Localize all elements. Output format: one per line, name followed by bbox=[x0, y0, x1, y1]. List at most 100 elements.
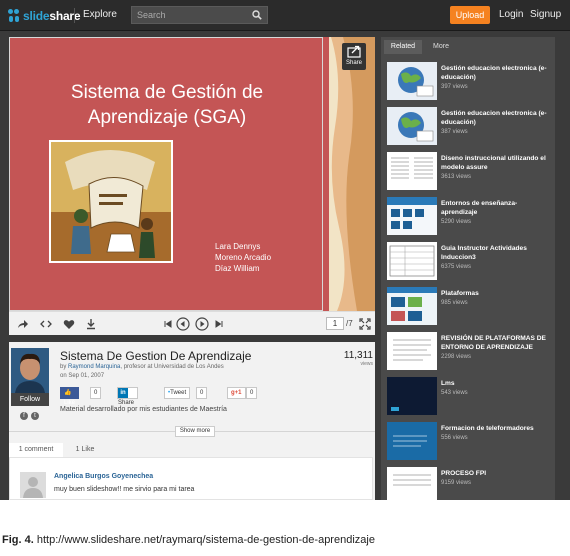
author-social-links: f t bbox=[20, 412, 39, 420]
author-line: by Raymond Marquina, profesor at Univers… bbox=[60, 364, 224, 370]
related-thumbnail bbox=[387, 422, 437, 460]
google-plus-button[interactable]: g+1 bbox=[227, 387, 246, 399]
page-number-input[interactable]: 1 bbox=[326, 317, 344, 330]
logo-wordmark: slideshare bbox=[23, 9, 81, 23]
figure-caption: Fig. 4. http://www.slideshare.net/raymar… bbox=[2, 534, 375, 546]
commenter-avatar-icon[interactable] bbox=[20, 472, 46, 498]
first-slide-icon[interactable] bbox=[162, 318, 174, 330]
related-thumbnail bbox=[387, 377, 437, 415]
related-item[interactable]: Gestión educacion electronica (e-educaci… bbox=[381, 104, 555, 149]
previous-slide-icon[interactable] bbox=[176, 317, 190, 331]
related-item[interactable]: REVISIÓN DE PLATAFORMAS DE ENTORNO DE AP… bbox=[381, 329, 555, 374]
related-views: 985 views bbox=[441, 300, 468, 306]
share-arrow-icon[interactable] bbox=[17, 318, 29, 330]
related-thumbnail bbox=[387, 242, 437, 280]
slide-title: Sistema de Gestión de Aprendizaje (SGA) bbox=[70, 82, 264, 128]
related-thumbnail bbox=[387, 467, 437, 500]
related-item[interactable]: Formacion de teleformadores 556 views bbox=[381, 419, 555, 464]
tab-related[interactable]: Related bbox=[384, 40, 422, 54]
related-thumbnail bbox=[387, 107, 437, 145]
search-input[interactable] bbox=[132, 7, 250, 23]
next-slide-icon[interactable] bbox=[195, 317, 209, 331]
figure-label: Fig. 4. bbox=[2, 534, 34, 546]
comment-item: Angelica Burgos Goyenechea muy buen slid… bbox=[9, 457, 373, 500]
upload-button[interactable]: Upload bbox=[450, 6, 490, 24]
last-slide-icon[interactable] bbox=[213, 318, 225, 330]
related-title: Diseno instruccional utilizando el model… bbox=[441, 155, 546, 171]
nav-divider bbox=[74, 8, 75, 23]
google-plus-count: 0 bbox=[246, 387, 258, 399]
related-views: 397 views bbox=[441, 84, 468, 90]
fullscreen-icon[interactable] bbox=[359, 318, 371, 330]
slide-viewer: Sistema de Gestión de Aprendizaje (SGA) bbox=[9, 37, 375, 335]
related-thumbnail bbox=[387, 152, 437, 190]
explore-link[interactable]: Explore bbox=[83, 9, 117, 20]
related-title: Gestión educacion electronica (e-educaci… bbox=[441, 65, 547, 81]
like-heart-icon[interactable] bbox=[63, 318, 75, 330]
publish-date: on Sep 01, 2007 bbox=[60, 373, 105, 379]
slideshare-page: slideshare Explore Upload Login Signup S… bbox=[0, 0, 570, 500]
linkedin-icon: in bbox=[118, 388, 128, 398]
view-count: 11,311 bbox=[343, 350, 373, 361]
related-views: 9159 views bbox=[441, 480, 472, 486]
related-title: REVISIÓN DE PLATAFORMAS DE ENTORNO DE AP… bbox=[441, 335, 546, 351]
embed-icon[interactable] bbox=[40, 318, 52, 330]
commenter-name[interactable]: Angelica Burgos Goyenechea bbox=[54, 473, 153, 480]
next-slide-preview[interactable] bbox=[323, 37, 375, 311]
share-slide-button[interactable]: Share bbox=[342, 43, 366, 70]
related-item[interactable]: Lms 543 views bbox=[381, 374, 555, 419]
comments-tabs: 1 comment 1 Like bbox=[9, 443, 375, 457]
tab-more[interactable]: More bbox=[425, 40, 457, 54]
linkedin-share-button[interactable]: in Share bbox=[117, 387, 139, 406]
slide-illustration bbox=[49, 140, 173, 263]
twitter-icon[interactable]: t bbox=[31, 412, 39, 420]
tab-comments[interactable]: 1 comment bbox=[9, 443, 63, 457]
related-item[interactable]: Guia Instructor Actividades Induccion3 6… bbox=[381, 239, 555, 284]
related-thumbnail bbox=[387, 197, 437, 235]
follow-button[interactable]: Follow bbox=[11, 393, 49, 406]
facebook-like-count: 0 bbox=[90, 387, 102, 399]
related-title: Formacion de teleformadores bbox=[441, 425, 534, 432]
author-link[interactable]: Raymond Marquina bbox=[68, 364, 120, 370]
related-title: PROCESO FPI bbox=[441, 470, 487, 477]
tab-likes[interactable]: 1 Like bbox=[65, 443, 105, 457]
thumbs-up-icon: 👍 bbox=[64, 390, 72, 396]
slideshare-logo-icon bbox=[8, 9, 20, 23]
tweet-button[interactable]: •Tweet bbox=[164, 387, 191, 399]
search-icon[interactable] bbox=[252, 10, 262, 20]
related-views: 543 views bbox=[441, 390, 468, 396]
related-title: Entornos de enseñanza-aprendizaje bbox=[441, 200, 518, 216]
related-title: Lms bbox=[441, 380, 455, 387]
related-thumbnail bbox=[387, 62, 437, 100]
view-count-label: views bbox=[360, 361, 373, 367]
related-title: Gestión educacion electronica (e-educaci… bbox=[441, 110, 547, 126]
presentation-info-panel: Follow f t Sistema De Gestion De Aprendi… bbox=[9, 342, 375, 500]
comment-text: muy buen slideshow!! me sirvio para mi t… bbox=[54, 486, 195, 493]
figure-url: http://www.slideshare.net/raymarq/sistem… bbox=[36, 534, 375, 546]
current-slide[interactable]: Sistema de Gestión de Aprendizaje (SGA) bbox=[9, 37, 323, 311]
facebook-icon[interactable]: f bbox=[20, 412, 28, 420]
related-item[interactable]: Gestión educacion electronica (e-educaci… bbox=[381, 59, 555, 104]
related-item[interactable]: Entornos de enseñanza-aprendizaje 5290 v… bbox=[381, 194, 555, 239]
related-views: 387 views bbox=[441, 129, 468, 135]
presentation-title: Sistema De Gestion De Aprendizaje bbox=[60, 349, 252, 363]
related-views: 6375 views bbox=[441, 264, 472, 270]
signup-link[interactable]: Signup bbox=[530, 9, 561, 20]
share-icon bbox=[347, 45, 361, 58]
related-item[interactable]: Diseno instruccional utilizando el model… bbox=[381, 149, 555, 194]
related-title: Guia Instructor Actividades Induccion3 bbox=[441, 245, 527, 261]
related-views: 3613 views bbox=[441, 174, 472, 180]
search-box bbox=[131, 6, 268, 24]
slide-authors: Lara Dennys Moreno Arcadio Díaz William bbox=[215, 242, 272, 273]
download-icon[interactable] bbox=[85, 318, 97, 330]
author-avatar[interactable] bbox=[11, 348, 49, 393]
related-title: Plataformas bbox=[441, 290, 479, 297]
login-link[interactable]: Login bbox=[499, 9, 523, 20]
presentation-description: Material desarrollado por mis estudiante… bbox=[60, 406, 227, 413]
related-item[interactable]: Plataformas 985 views bbox=[381, 284, 555, 329]
related-item[interactable]: PROCESO FPI 9159 views bbox=[381, 464, 555, 500]
facebook-like-button[interactable]: 👍 Like bbox=[60, 387, 80, 406]
show-more-button[interactable]: Show more bbox=[175, 426, 215, 437]
related-sidebar: Related More Gestión educacion electroni… bbox=[381, 37, 555, 500]
slideshare-logo[interactable]: slideshare bbox=[8, 8, 81, 24]
